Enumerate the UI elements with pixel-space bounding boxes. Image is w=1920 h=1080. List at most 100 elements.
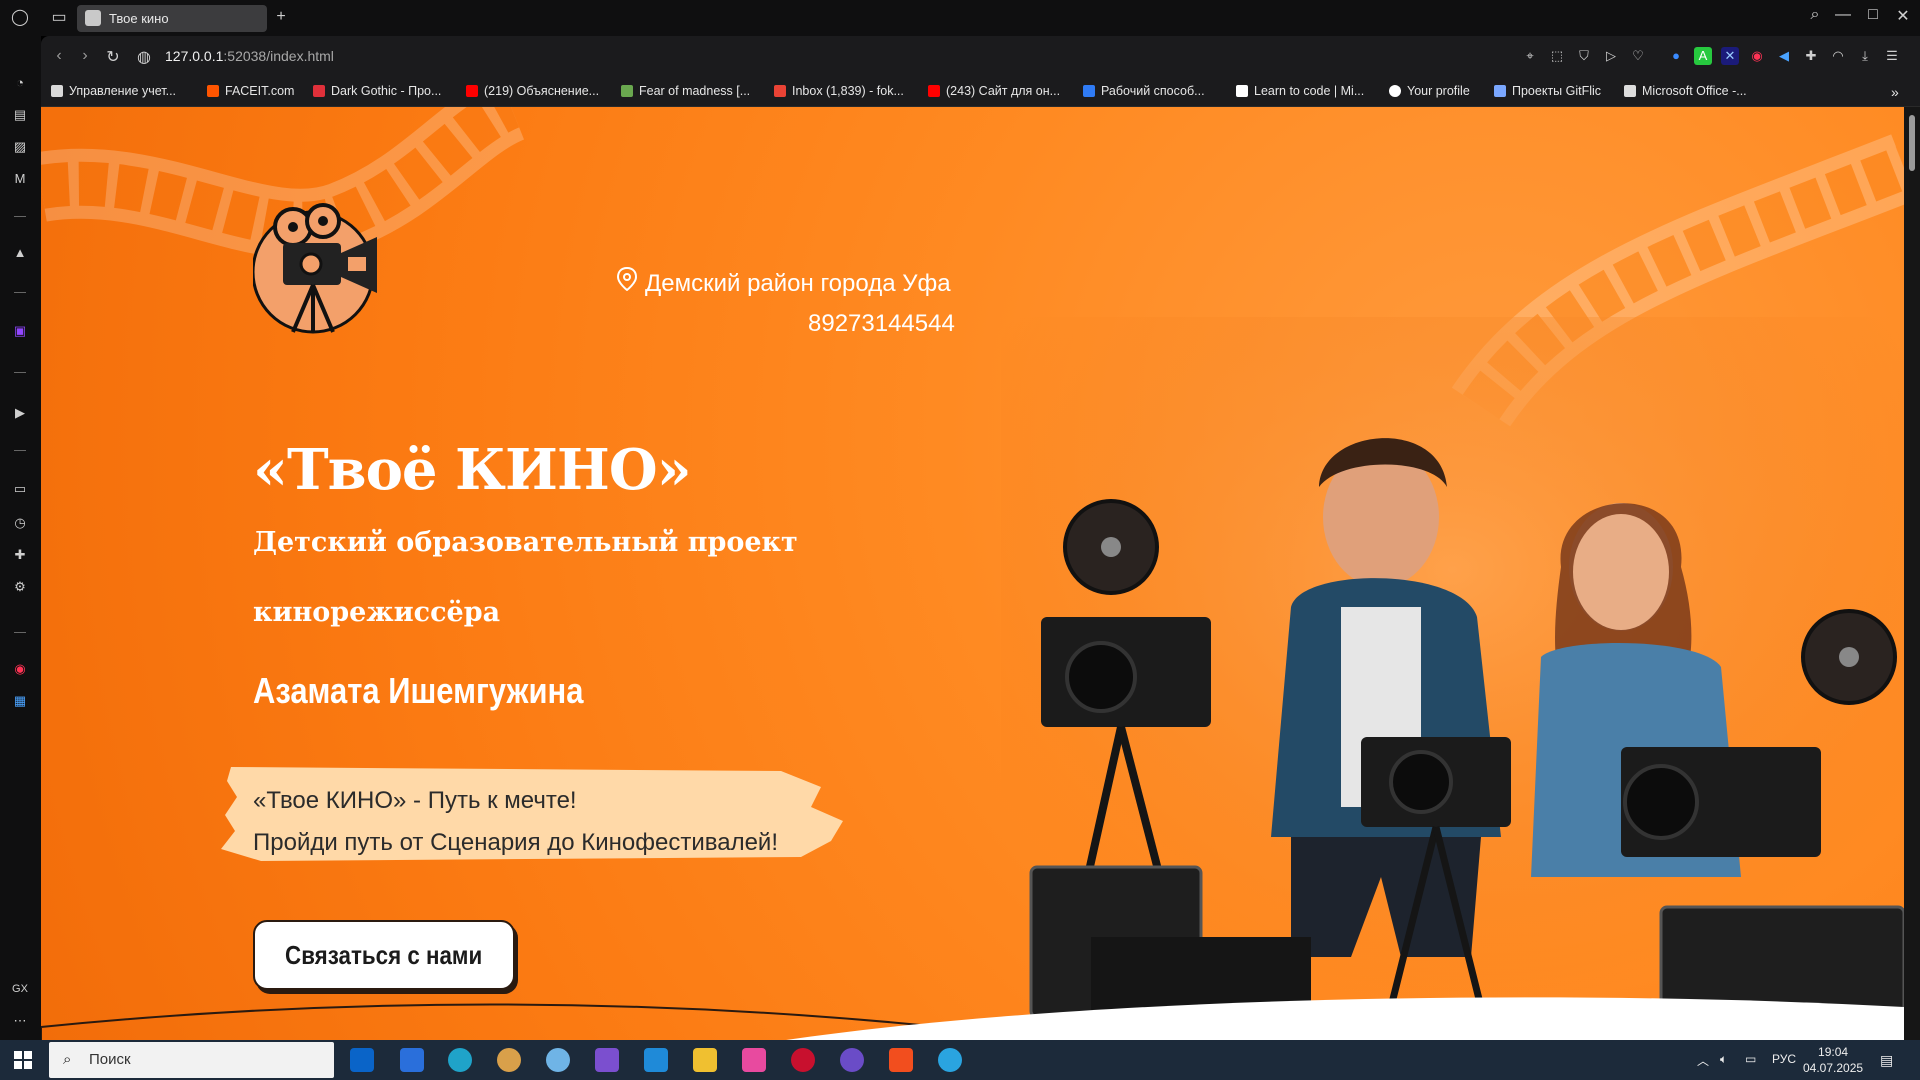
maximize-button[interactable]: □ — [1858, 6, 1888, 24]
twitch-icon[interactable]: ▣ — [11, 322, 29, 340]
github-desktop-icon[interactable] — [840, 1048, 864, 1072]
contact-us-label: Связаться с нами — [285, 939, 483, 970]
translate-extension-icon[interactable]: A — [1694, 47, 1712, 65]
bookmark-item[interactable]: Проекты GitFlic — [1494, 84, 1601, 98]
slogan-line-2: Пройди путь от Сценария до Кинофестивале… — [253, 829, 778, 856]
reload-button[interactable]: ↻ — [103, 47, 123, 67]
tab-islands-icon[interactable]: ▭ — [47, 6, 71, 30]
edge-icon[interactable] — [448, 1048, 472, 1072]
gx-control-icon[interactable]: ▤ — [11, 106, 29, 124]
pycharm-icon[interactable] — [742, 1048, 766, 1072]
volume-icon[interactable]: 🔈︎ — [1720, 1052, 1727, 1067]
photos-icon[interactable] — [546, 1048, 570, 1072]
gx-corner-icon[interactable]: ▨ — [11, 138, 29, 156]
extensions-puzzle-icon[interactable]: ✚ — [1802, 47, 1820, 65]
bookmark-item[interactable]: Microsoft Office -... — [1624, 84, 1747, 98]
opera-menu-icon[interactable]: ◯ — [8, 6, 32, 30]
url-host: 127.0.0.1 — [165, 48, 224, 64]
url-path: :52038/index.html — [223, 48, 334, 64]
close-window-button[interactable]: ✕ — [1888, 6, 1918, 26]
bookmark-item[interactable]: Learn to code | Mi... — [1236, 84, 1364, 98]
bookmark-item[interactable]: FACEIT.com — [207, 84, 294, 98]
outlook-icon[interactable] — [350, 1048, 374, 1072]
pin-icon[interactable]: ⌖ — [1521, 47, 1539, 65]
notifications-icon[interactable]: ▤ — [1880, 1052, 1893, 1069]
location-text: Демский район города Уфа — [617, 267, 951, 298]
contact-us-button[interactable]: Связаться с нами — [253, 920, 515, 990]
bookmark-item[interactable]: (219) Объяснение... — [466, 84, 599, 98]
url-field[interactable]: 127.0.0.1:52038/index.html — [165, 48, 334, 64]
history-icon[interactable]: ◷ — [11, 514, 29, 532]
scrollbar-thumb[interactable] — [1909, 115, 1915, 171]
bookmark-item[interactable]: Inbox (1,839) - fok... — [774, 84, 904, 98]
extension-x-icon[interactable]: ✕ — [1721, 47, 1739, 65]
paint-icon[interactable] — [497, 1048, 521, 1072]
profile-icon[interactable]: ◠ — [1829, 47, 1847, 65]
movie-camera-logo — [253, 203, 377, 334]
browser-sidebar: ◔ ▤ ▨ M ▲ ▣ ▶ ▭ ◷ ✚ ⚙ ◉ ▦ GX ⋯ — [0, 36, 41, 1040]
bookmark-item[interactable]: (243) Сайт для он... — [928, 84, 1060, 98]
bookmark-item[interactable]: Dark Gothic - Про... — [313, 84, 441, 98]
figma-icon[interactable] — [889, 1048, 913, 1072]
search-tabs-icon[interactable]: ⌕ — [1800, 6, 1830, 24]
easy-setup-icon[interactable]: ☰ — [1883, 47, 1901, 65]
network-icon[interactable]: ▭ — [1745, 1052, 1756, 1066]
vpn-icon[interactable]: ◉ — [11, 660, 29, 678]
translator-icon[interactable]: ▦ — [11, 692, 29, 710]
windows-taskbar: ⌕ Поиск ︿ 🔈︎ ▭ РУС 19:04 04.07.2025 ▤ — [0, 1040, 1920, 1080]
bookmark-item[interactable]: Управление учет... — [51, 84, 176, 98]
bookmark-item[interactable]: Your profile — [1389, 84, 1470, 98]
adblock-icon[interactable]: ⛉ — [1575, 47, 1593, 65]
phone-number[interactable]: 89273144544 — [808, 310, 955, 338]
settings-icon[interactable]: ⚙ — [11, 578, 29, 596]
clock[interactable]: 19:04 04.07.2025 — [1803, 1044, 1863, 1076]
tray-overflow-icon[interactable]: ︿ — [1697, 1052, 1709, 1069]
downloads-icon[interactable]: ⤓ — [1856, 47, 1874, 65]
snapshot-icon[interactable]: ⬚ — [1548, 47, 1566, 65]
player-icon[interactable]: ▶ — [11, 404, 29, 422]
page-scrollbar[interactable] — [1904, 107, 1920, 1040]
forward-button[interactable]: › — [75, 47, 95, 65]
search-icon: ⌕ — [63, 1051, 72, 1068]
wallet-icon[interactable]: ▭ — [11, 480, 29, 498]
bookmark-favicon-icon — [1083, 85, 1095, 97]
extension-red-icon[interactable]: ◉ — [1748, 47, 1766, 65]
tab-active[interactable]: Твое кино — [77, 5, 267, 32]
bookmark-favicon-icon — [621, 85, 633, 97]
new-tab-button[interactable]: + — [272, 8, 290, 26]
visual-studio-icon[interactable] — [595, 1048, 619, 1072]
opera-gx-icon[interactable] — [791, 1048, 815, 1072]
windows-start-icon[interactable] — [14, 1051, 32, 1069]
language-indicator[interactable]: РУС — [1772, 1052, 1796, 1066]
bottom-wave-decoration — [41, 997, 1904, 1040]
file-explorer-icon[interactable] — [693, 1048, 717, 1072]
bookmark-item[interactable]: Fear of madness [... — [621, 84, 750, 98]
subtitle-line-2: кинорежиссёра — [253, 597, 501, 628]
bookmark-favicon-icon — [51, 85, 63, 97]
extensions-icon[interactable]: ✚ — [11, 546, 29, 564]
bookmarks-overflow-icon[interactable]: » — [1891, 84, 1899, 100]
store-icon[interactable] — [400, 1048, 424, 1072]
taskbar-search-input[interactable]: ⌕ Поиск — [49, 1042, 334, 1078]
sound-extension-icon[interactable]: ◀ — [1775, 47, 1793, 65]
gx-logo-icon[interactable]: GX — [11, 980, 29, 998]
aria-icon[interactable]: ▲ — [11, 244, 29, 262]
bookmark-favicon-icon — [1494, 85, 1506, 97]
vscode-icon[interactable] — [644, 1048, 668, 1072]
favorite-heart-icon[interactable]: ♡ — [1629, 47, 1647, 65]
flow-icon[interactable]: ▷ — [1602, 47, 1620, 65]
github-icon — [1389, 85, 1401, 97]
address-bar: ‹ › ↻ ◍ 127.0.0.1:52038/index.html ⌖ ⬚ ⛉… — [41, 36, 1920, 76]
slogan-line-1: «Твое КИНО» - Путь к мечте! — [253, 787, 577, 814]
more-icon[interactable]: ⋯ — [11, 1012, 29, 1030]
site-info-icon[interactable]: ◍ — [134, 47, 154, 67]
minimize-button[interactable]: — — [1828, 6, 1858, 24]
vpn-globe-icon[interactable]: ● — [1667, 47, 1685, 65]
mail-icon[interactable]: M — [11, 170, 29, 188]
bookmark-favicon-icon — [1236, 85, 1248, 97]
kids-with-cameras-photo — [1001, 317, 1904, 1040]
back-button[interactable]: ‹ — [49, 47, 69, 65]
speed-dial-icon[interactable]: ◔ — [11, 74, 29, 92]
telegram-icon[interactable] — [938, 1048, 962, 1072]
bookmark-item[interactable]: Рабочий способ... — [1083, 84, 1205, 98]
